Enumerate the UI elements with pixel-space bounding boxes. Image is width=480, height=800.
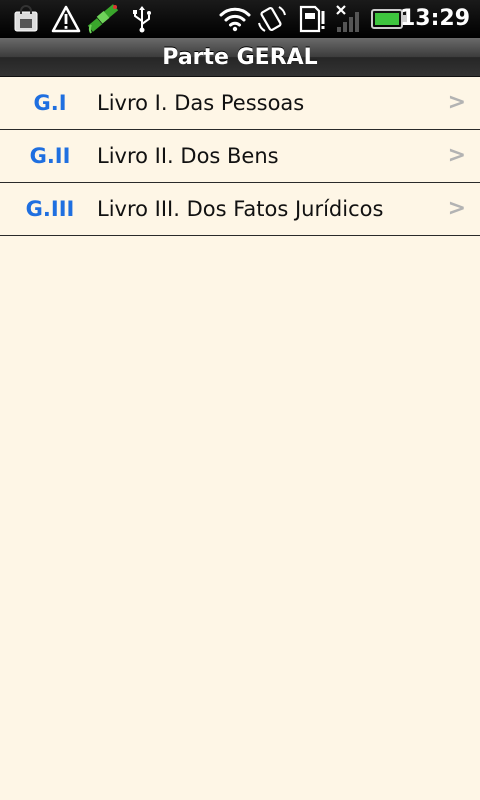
page-title: Parte GERAL	[162, 44, 318, 70]
list-item-code: G.III	[25, 197, 75, 221]
book-list: G.I Livro I. Das Pessoas > G.II Livro II…	[0, 77, 480, 236]
list-item-label: Livro III. Dos Fatos Jurídicos	[97, 197, 384, 221]
list-item-label: Livro I. Das Pessoas	[97, 91, 305, 115]
status-bar: 13:29	[0, 0, 480, 38]
shopping-bag-icon	[10, 4, 42, 34]
chevron-right-icon: >	[447, 143, 466, 168]
list-item-code: G.II	[29, 144, 71, 168]
signal-off-icon	[334, 4, 364, 34]
list-item-code: G.I	[33, 91, 67, 115]
list-item[interactable]: G.I Livro I. Das Pessoas >	[0, 77, 480, 130]
rotate-icon	[256, 4, 288, 34]
list-item[interactable]: G.III Livro III. Dos Fatos Jurídicos >	[0, 183, 480, 236]
wifi-icon	[218, 4, 252, 34]
gps-satellite-icon	[84, 4, 124, 34]
usb-icon	[128, 4, 156, 34]
clock: 13:29	[399, 6, 470, 31]
warning-icon	[50, 4, 82, 34]
sd-card-alert-icon	[296, 4, 328, 34]
chevron-right-icon: >	[447, 196, 466, 221]
list-item[interactable]: G.II Livro II. Dos Bens >	[0, 130, 480, 183]
title-bar: Parte GERAL	[0, 38, 480, 77]
list-item-label: Livro II. Dos Bens	[97, 144, 279, 168]
chevron-right-icon: >	[447, 90, 466, 115]
